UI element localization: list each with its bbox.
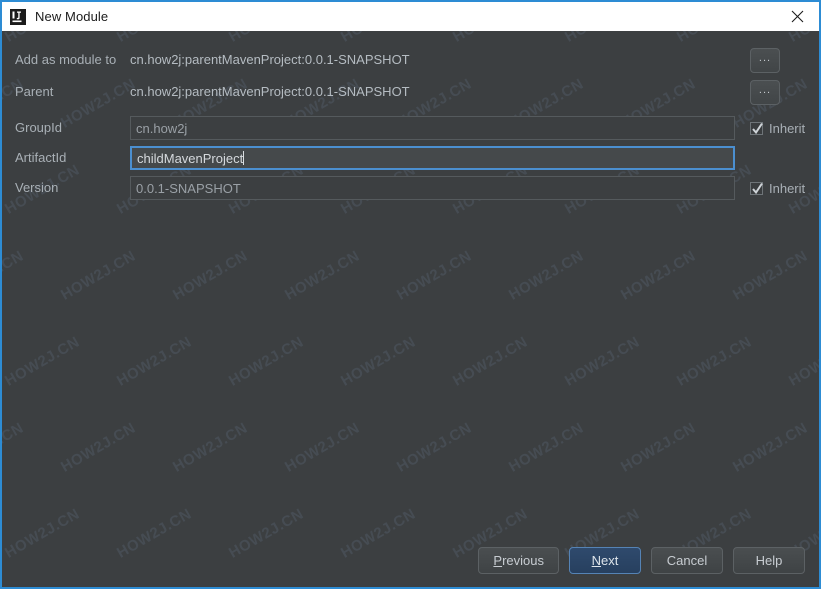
version-input[interactable] (130, 176, 735, 200)
inherit-version-checkbox[interactable]: Inherit (750, 176, 805, 200)
ellipsis-icon: ... (758, 83, 772, 96)
next-button[interactable]: Next (569, 547, 641, 574)
next-button-label: Next (591, 553, 619, 568)
form-row-version: Version Inherit (2, 173, 819, 203)
label-artifactid: ArtifactId (15, 150, 67, 165)
window-title: New Module (35, 9, 109, 24)
inherit-groupid-checkbox[interactable]: Inherit (750, 116, 805, 140)
value-parent: cn.how2j:parentMavenProject:0.0.1-SNAPSH… (130, 84, 410, 99)
cancel-button[interactable]: Cancel (651, 547, 723, 574)
help-button-label: Help (755, 553, 783, 568)
label-version: Version (15, 180, 59, 195)
dialog-footer: Previous Next Cancel Help (478, 547, 805, 574)
dialog-body: Add as module to cn.how2j:parentMavenPro… (2, 31, 819, 587)
label-groupid: GroupId (15, 120, 62, 135)
previous-button-mnemonic: P (493, 553, 503, 568)
value-add-as-module-to: cn.how2j:parentMavenProject:0.0.1-SNAPSH… (130, 52, 410, 67)
groupid-input[interactable] (130, 116, 735, 140)
text-caret (243, 151, 245, 165)
form-row-parent: Parent cn.how2j:parentMavenProject:0.0.1… (2, 77, 819, 107)
cancel-button-label: Cancel (666, 553, 708, 568)
browse-button-add-as-module-to[interactable]: ... (750, 47, 780, 73)
checkbox-icon (750, 121, 763, 135)
browse-button-parent[interactable]: ... (750, 79, 780, 105)
close-icon[interactable] (775, 2, 819, 31)
new-module-dialog: New Module HOW2J.CN HOW2J.CN HOW2J.CN HOW2J… (0, 0, 821, 589)
previous-button[interactable]: Previous (478, 547, 559, 574)
ellipsis-icon: ... (758, 51, 772, 64)
next-button-mnemonic: N (591, 553, 602, 568)
artifactid-input[interactable]: childMavenProject (130, 146, 735, 170)
help-button[interactable]: Help (733, 547, 805, 574)
form-row-add-as-module-to: Add as module to cn.how2j:parentMavenPro… (2, 45, 819, 75)
form-row-artifactid: ArtifactId childMavenProject (2, 143, 819, 173)
label-add-as-module-to: Add as module to (15, 52, 117, 67)
checkbox-icon (750, 181, 763, 195)
previous-button-label: Previous (493, 553, 544, 568)
inherit-version-label: Inherit (769, 180, 806, 196)
label-parent: Parent (15, 84, 54, 99)
form-row-groupid: GroupId Inherit (2, 113, 819, 143)
inherit-groupid-label: Inherit (769, 120, 806, 136)
artifactid-input-value: childMavenProject (137, 151, 244, 166)
intellij-idea-icon (10, 8, 26, 25)
title-bar: New Module (2, 2, 819, 31)
